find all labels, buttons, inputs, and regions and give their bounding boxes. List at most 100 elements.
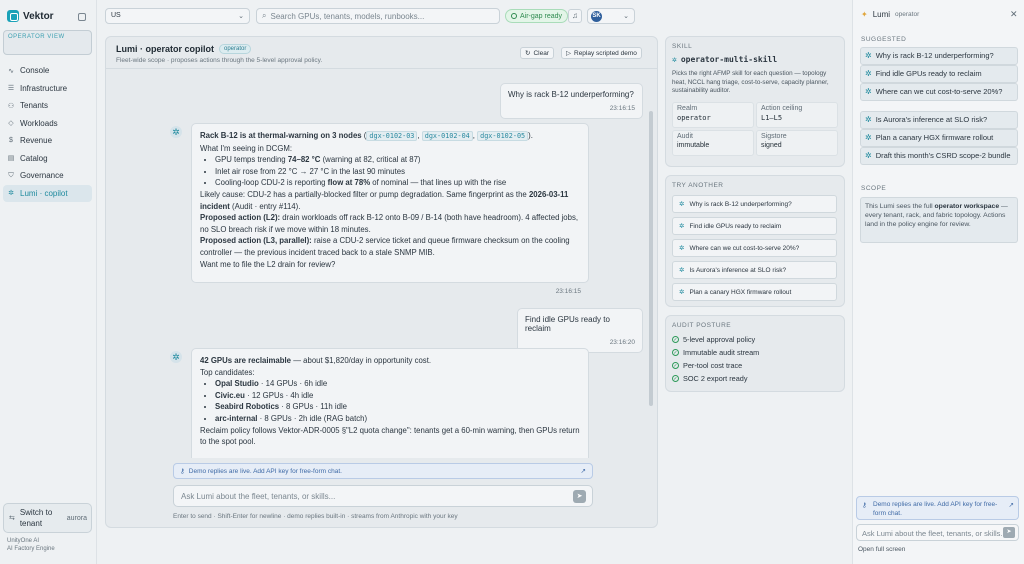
sidebar-item-infrastructure[interactable]: ☰ Infrastructure [3, 80, 92, 98]
brand[interactable]: Vektor [7, 10, 54, 22]
text-bold: Seabird Robotics [215, 402, 280, 412]
close-icon[interactable]: ✕ [1010, 9, 1018, 20]
suggested-prompt[interactable]: ✲ Where can we cut cost-to-serve 20%? [860, 83, 1018, 101]
message-bullets: GPU temps trending 74–82 °C (warning at … [200, 154, 580, 189]
suggested-prompt[interactable]: ✲ Is Aurora's inference at SLO risk? [860, 111, 1018, 129]
user-menu[interactable]: SK ⌄ [587, 8, 635, 24]
chat-input[interactable]: Ask Lumi about the fleet, tenants, or sk… [173, 485, 593, 507]
try-prompt-button[interactable]: ✲ Plan a canary HGX firmware rollout [672, 283, 837, 301]
sidebar-item-workloads[interactable]: ◇ Workloads [3, 115, 92, 133]
external-link-icon: ↗ [1008, 502, 1014, 509]
demo-notice-text: Demo replies are live. Add API key for f… [873, 501, 998, 517]
sparkle-icon: ✲ [865, 133, 872, 142]
text-bold: operator workspace [934, 203, 1000, 210]
audit-label: 5-level approval policy [683, 335, 756, 344]
demo-notice[interactable]: ⚷ Demo replies are live. Add API key for… [173, 463, 593, 479]
sparkle-icon: ✲ [865, 69, 872, 78]
audit-item: ✓ Immutable audit stream [672, 348, 838, 357]
clear-button[interactable]: ↻ Clear [520, 47, 554, 59]
sidebar-item-catalog[interactable]: ▤ Catalog [3, 150, 92, 168]
message-text: Why is rack B-12 underperforming? [508, 90, 634, 99]
sidebar-item-governance[interactable]: ⛉ Governance [3, 167, 92, 185]
operator-view-label: OPERATOR VIEW [3, 30, 92, 55]
suggested-prompt[interactable]: ✲ Plan a canary HGX firmware rollout [860, 129, 1018, 147]
send-button[interactable]: ➤ [573, 490, 586, 503]
notifications-button[interactable]: ♫ [568, 9, 582, 23]
vektor-logo-icon [7, 10, 19, 22]
text: GPU temps trending [215, 155, 288, 165]
sidebar-item-label: Governance [20, 171, 64, 181]
message-timestamp: 23:16:15 [609, 105, 635, 112]
suggested-prompt[interactable]: ✲ Draft this month's CSRD scope-2 bundle [860, 147, 1018, 165]
audit-item: ✓ 5-level approval policy [672, 335, 838, 344]
lumi-title: Lumi [872, 10, 891, 19]
lumi-role: operator [895, 11, 920, 18]
sidebar-item-console[interactable]: ∿ Console [3, 62, 92, 80]
list-item: GPU temps trending 74–82 °C (warning at … [215, 154, 580, 166]
prompt-label: Is Aurora's inference at SLO risk? [875, 115, 988, 124]
lumi-chat-input[interactable]: Ask Lumi about the fleet, tenants, or sk… [856, 524, 1019, 541]
message-timestamp: 23:16:15 [555, 288, 581, 295]
node-code: dgx-0102-05 [477, 131, 529, 141]
prompt-label: Where can we cut cost-to-serve 20%? [875, 87, 1003, 96]
try-prompt-button[interactable]: ✲ Is Aurora's inference at SLO risk? [672, 261, 837, 279]
collapse-sidebar-icon[interactable] [78, 13, 86, 21]
lumi-send-button[interactable]: ➤ [1003, 527, 1015, 538]
try-another-card: TRY ANOTHER ✲ Why is rack B-12 underperfo… [665, 175, 845, 307]
try-prompt-button[interactable]: ✲ Why is rack B-12 underperforming? [672, 195, 837, 213]
user-message: Why is rack B-12 underperforming? 23:16:… [500, 83, 643, 119]
scope-description: This Lumi sees the full operator workspa… [860, 197, 1018, 243]
check-icon: ✓ [672, 362, 679, 369]
region-select[interactable]: US ⌄ [105, 8, 250, 24]
sidebar-item-tenants[interactable]: ⚇ Tenants [3, 97, 92, 115]
switch-tenant-label: Switch to tenant [19, 508, 53, 528]
sidebar-item-label: Tenants [20, 101, 49, 111]
message-timestamp: 23:16:20 [609, 339, 635, 346]
lumi-demo-notice[interactable]: ⚷ Demo replies are live. Add API key for… [856, 496, 1019, 520]
workloads-icon: ◇ [8, 120, 14, 128]
message-list: Why is rack B-12 underperforming? 23:16:… [106, 70, 651, 458]
role-badge: operator [219, 44, 252, 54]
list-item: Cooling-loop CDU-2 is reporting flow at … [215, 177, 580, 189]
open-full-screen-link[interactable]: Open full screen [858, 546, 905, 553]
prompt-label: Find idle GPUs ready to reclaim [875, 69, 982, 78]
sidebar: Vektor OPERATOR VIEW ∿ Console ☰ Infrastru… [0, 0, 97, 564]
chat-input-placeholder: Ask Lumi about the fleet, tenants, or sk… [181, 492, 336, 501]
bell-icon: ♫ [572, 11, 578, 20]
suggested-prompt[interactable]: ✲ Why is rack B-12 underperforming? [860, 47, 1018, 65]
sparkle-icon: ✲ [170, 126, 182, 138]
list-item: Opal Studio · 14 GPUs · 6h idle [215, 378, 580, 390]
message-text: Find idle GPUs ready to reclaim [525, 315, 610, 333]
sparkle-icon: ✲ [865, 151, 872, 160]
switch-tenant-button[interactable]: ⇆ Switch to tenant aurora [3, 503, 92, 533]
sparkle-icon: ✲ [679, 245, 685, 252]
sidebar-item-revenue[interactable]: $ Revenue [3, 132, 92, 150]
input-hint: Enter to send · Shift-Enter for newline … [173, 513, 458, 520]
suggested-prompt[interactable]: ✲ Find idle GPUs ready to reclaim [860, 65, 1018, 83]
skill-attributes: Realm operator Action ceiling L1–L5 Audit i… [672, 101, 838, 156]
skill-card: SKILL ✲ operator-multi-skill Picks the ri… [665, 36, 845, 167]
chat-scrollbar[interactable] [649, 111, 653, 406]
try-prompt-button[interactable]: ✲ Find idle GPUs ready to reclaim [672, 217, 837, 235]
sidebar-nav: ∿ Console ☰ Infrastructure ⚇ Tenants ◇ Workl… [3, 62, 92, 202]
status-dot-icon [511, 13, 517, 19]
text: Likely cause: CDU-2 has a partially-bloc… [200, 189, 529, 199]
attr-value: immutable [677, 141, 710, 149]
search-input[interactable]: ⌕ Search GPUs, tenants, models, runbooks… [256, 8, 500, 24]
sidebar-item-lumi-copilot[interactable]: ✲ Lumi · copilot [3, 184, 92, 202]
prompt-label: Plan a canary HGX firmware rollout [875, 133, 994, 142]
swap-icon: ⇆ [8, 515, 15, 522]
chat-title: Lumi · operator copilot operator [116, 44, 252, 54]
attr-value: L1–L5 [761, 113, 783, 122]
text: of nominal — that lines up with the rise [370, 178, 507, 188]
audit-label: Immutable audit stream [683, 348, 760, 357]
refresh-icon: ↻ [525, 50, 531, 57]
card-caption: AUDIT POSTURE [672, 322, 732, 329]
replay-demo-button[interactable]: ▷ Replay scripted demo [561, 47, 642, 59]
sparkle-icon: ✲ [865, 51, 872, 60]
text-bold: Civic.eu [215, 390, 245, 400]
check-icon: ✓ [672, 349, 679, 356]
try-prompt-button[interactable]: ✲ Where can we cut cost-to-serve 20%? [672, 239, 837, 257]
text-bold: arc-internal [215, 413, 258, 423]
prompt-label: Why is rack B-12 underperforming? [875, 51, 994, 60]
